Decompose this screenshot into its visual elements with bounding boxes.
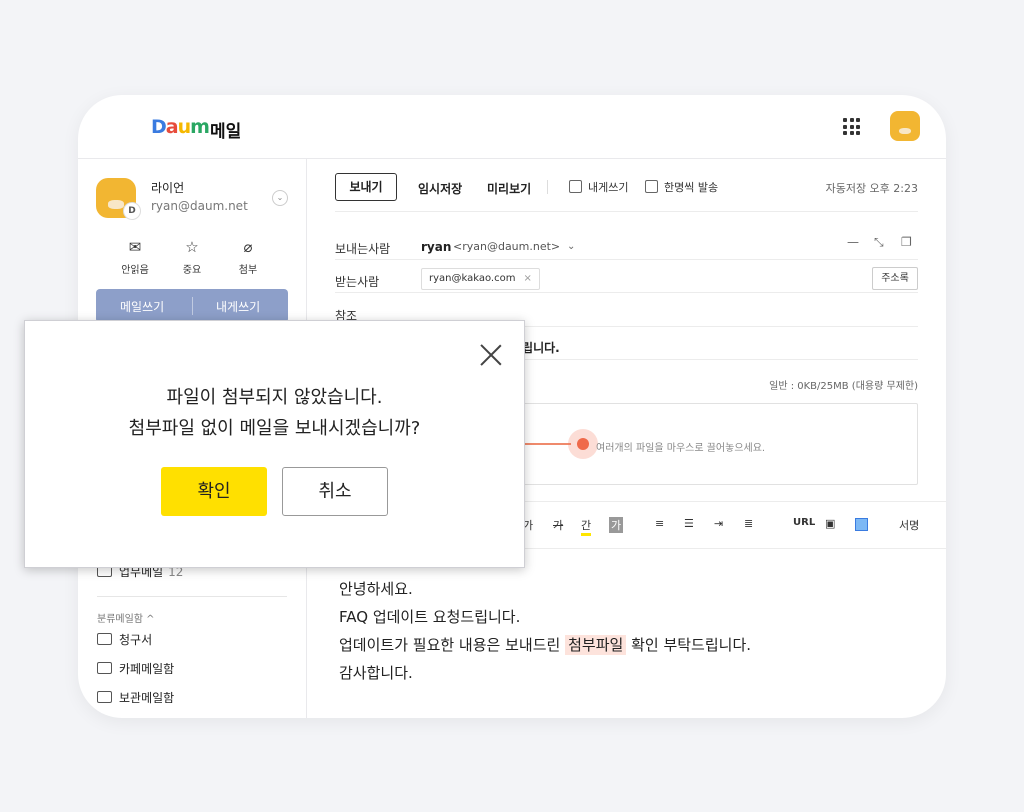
top-bar: Daum 메일 (78, 95, 946, 159)
bg-color-button[interactable]: 가 (609, 517, 624, 533)
confirm-button[interactable]: 확인 (161, 467, 267, 516)
recipient-chip[interactable]: ryan@kakao.com × (421, 268, 540, 290)
daum-badge-icon: D (123, 202, 141, 220)
self-compose-button[interactable]: 내게쓰기 (216, 298, 260, 315)
autosave-status: 자동저장 오후 2:23 (825, 182, 918, 195)
sender-email[interactable]: <ryan@daum.net> (453, 240, 560, 253)
quick-important[interactable]: ☆ 중요 (162, 238, 222, 276)
folder-icon (97, 662, 112, 674)
no-attachment-dialog: 파일이 첨부되지 않았습니다. 첨부파일 없이 메일을 보내시겠습니까? 확인 … (24, 320, 525, 568)
copy-window-icon[interactable]: ❐ (901, 235, 912, 249)
category-header[interactable]: 분류메일함 ^ (97, 610, 155, 625)
sender-name: ryan (421, 240, 452, 254)
signature-button[interactable]: 서명 (899, 517, 919, 533)
line-spacing-icon[interactable]: ≣ (744, 517, 753, 530)
strike-button[interactable]: 가 (553, 517, 563, 533)
body-text: 업데이트가 필요한 내용은 보내드린 (339, 636, 561, 654)
send-button[interactable]: 보내기 (335, 173, 397, 201)
body-line[interactable]: 안녕하세요. (339, 578, 413, 599)
quick-unread[interactable]: ✉ 안읽음 (105, 238, 165, 276)
daum-logo[interactable]: Daum (151, 116, 210, 138)
folder-item[interactable]: 청구서 (97, 631, 152, 648)
folder-item[interactable]: 카페메일함 (97, 660, 174, 677)
url-button[interactable]: URL (793, 517, 815, 528)
compose-bar: 메일쓰기 내게쓰기 (96, 289, 288, 323)
quick-attachment-label: 첨부 (238, 265, 258, 276)
recipient-label: 받는사람 (335, 275, 380, 289)
dialog-message-line2: 첨부파일 없이 메일을 보내시겠습니까? (128, 418, 421, 439)
color-swatch-icon[interactable] (855, 518, 868, 531)
envelope-icon: ✉ (128, 238, 142, 256)
close-icon[interactable] (480, 344, 502, 366)
pointer-dot-icon (577, 438, 589, 450)
checkbox-icon (645, 180, 658, 193)
minimize-icon[interactable]: — (847, 235, 859, 249)
highlight-button[interactable]: 간 (581, 517, 592, 536)
body-text: 확인 부탁드립니다. (631, 636, 752, 654)
address-book-button[interactable]: 주소록 (872, 267, 918, 290)
quick-important-label: 중요 (182, 265, 202, 276)
align-left-icon[interactable]: ≡ (655, 517, 664, 530)
dialog-message-line1: 파일이 첨부되지 않았습니다. (166, 387, 383, 408)
compose-button[interactable]: 메일쓰기 (120, 298, 164, 315)
sender-label: 보내는사람 (335, 242, 391, 256)
self-mail-checkbox[interactable]: 내게쓰기 (569, 179, 628, 195)
account-chevron-icon[interactable]: ⌄ (272, 190, 288, 206)
sender-dropdown-icon[interactable]: ⌄ (567, 241, 575, 252)
collapse-icon[interactable]: ⤡ (874, 235, 884, 250)
folder-label: 카페메일함 (119, 662, 175, 676)
remove-recipient-icon[interactable]: × (523, 273, 531, 284)
paperclip-icon: ⌀ (243, 238, 253, 256)
recipient-chip-label: ryan@kakao.com (429, 273, 516, 284)
image-icon[interactable]: ▣ (825, 517, 835, 530)
indent-icon[interactable]: ⇥ (714, 517, 723, 530)
checkbox-icon (569, 180, 582, 193)
folder-item[interactable]: 보관메일함 (97, 689, 174, 706)
service-title: 메일 (210, 122, 242, 142)
body-line[interactable]: FAQ 업데이트 요청드립니다. (339, 606, 520, 627)
attachment-capacity: 일반 : 0KB/25MB (대용량 무제한) (769, 381, 918, 392)
highlighted-attachment-word: 첨부파일 (565, 635, 627, 655)
individual-send-checkbox[interactable]: 한명씩 발송 (645, 179, 718, 195)
folder-label: 보관메일함 (119, 691, 175, 705)
folder-label: 청구서 (119, 633, 153, 647)
body-line[interactable]: 업데이트가 필요한 내용은 보내드린 첨부파일 확인 부탁드립니다. (339, 634, 751, 655)
quick-unread-label: 안읽음 (121, 265, 149, 276)
quick-attachment[interactable]: ⌀ 첨부 (218, 238, 278, 276)
self-mail-label: 내게쓰기 (588, 181, 629, 194)
star-icon: ☆ (185, 238, 199, 256)
profile-avatar[interactable] (890, 111, 920, 141)
user-name: 라이언 (151, 181, 185, 195)
dropzone-hint: 여러개의 파일을 마우스로 끌어놓으세요. (596, 443, 766, 454)
body-line[interactable]: 감사합니다. (339, 662, 413, 683)
user-email: ryan@daum.net (151, 199, 248, 213)
preview-button[interactable]: 미리보기 (487, 180, 531, 197)
receipt-icon (97, 633, 112, 645)
individual-send-label: 한명씩 발송 (664, 181, 719, 194)
save-draft-button[interactable]: 임시저장 (418, 180, 462, 197)
apps-grid-icon[interactable] (843, 118, 860, 135)
cancel-button[interactable]: 취소 (282, 467, 388, 516)
sidebar-divider (97, 596, 287, 597)
ordered-list-icon[interactable]: ☰ (684, 517, 694, 530)
folder-icon (97, 691, 112, 703)
